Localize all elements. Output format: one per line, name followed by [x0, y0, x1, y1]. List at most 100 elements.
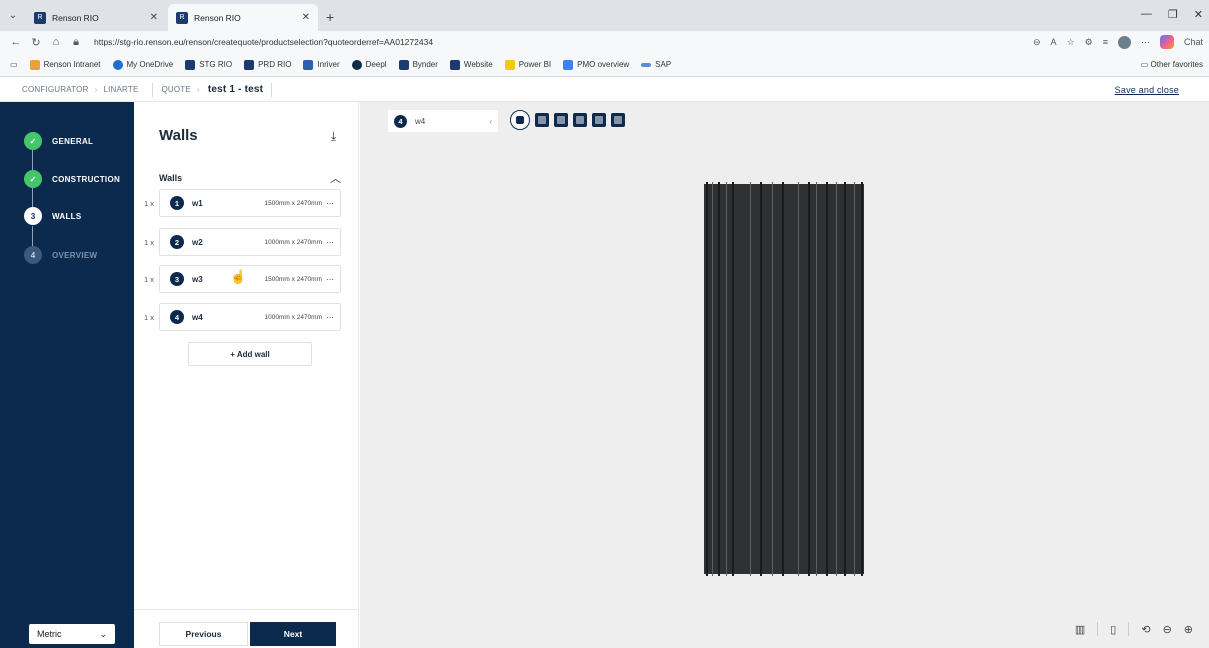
more-icon[interactable]: ⋯ — [1141, 37, 1150, 48]
right-view-icon[interactable] — [611, 113, 625, 127]
refresh-icon[interactable]: ↻ — [28, 36, 44, 49]
wall-name: w1 — [192, 198, 203, 208]
wall-number-badge: 3 — [170, 272, 184, 286]
tab-title: Renson RIO — [194, 12, 241, 23]
rotate-icon[interactable]: ⟲ — [1141, 623, 1150, 636]
breadcrumb-quote[interactable]: QUOTE — [161, 85, 190, 94]
divider — [134, 609, 359, 610]
wall-rib — [861, 182, 863, 576]
front-view-icon[interactable] — [535, 113, 549, 127]
save-and-close-link[interactable]: Save and close — [1115, 85, 1179, 95]
tab-title: Renson RIO — [52, 12, 99, 23]
app-header: CONFIGURATOR › LINARTE QUOTE › test 1 - … — [0, 78, 1209, 102]
other-favorites[interactable]: ▭ Other favorites — [1141, 60, 1203, 69]
left-view-icon[interactable] — [592, 113, 606, 127]
favorites-icon[interactable]: ≡ — [1103, 37, 1108, 47]
browser-tab-2[interactable]: R Renson RIO ✕ — [168, 4, 318, 31]
zoom-icon[interactable]: ⊖ — [1033, 37, 1041, 48]
add-wall-button[interactable]: + Add wall — [188, 342, 312, 366]
home-icon[interactable]: ⌂ — [48, 36, 64, 48]
favorite-website[interactable]: Website — [449, 59, 493, 70]
favorite-deepl[interactable]: Deepl — [351, 59, 387, 70]
download-icon[interactable]: ⤓ — [331, 129, 336, 144]
new-tab-icon[interactable]: + — [326, 9, 334, 25]
wall-selector[interactable]: 4 w4 ‹ — [388, 110, 498, 132]
step-label: CONSTRUCTION — [52, 174, 121, 184]
walls-panel: Walls ⤓ Walls ︿ 1 x 1 w1 1500mm x 2470mm… — [134, 102, 359, 648]
wall-card-w1[interactable]: 1 w1 1500mm x 2470mm ⋯ — [159, 189, 341, 217]
step-construction[interactable]: ✓ CONSTRUCTION — [24, 170, 120, 188]
wall-rib — [808, 182, 810, 576]
close-tab-icon[interactable]: ✕ — [150, 12, 158, 23]
window-controls: — ❐ ✕ — [1141, 8, 1203, 21]
wall-rib — [750, 182, 751, 576]
step-walls[interactable]: 3 WALLS — [24, 207, 82, 225]
frame-view-icon[interactable]: ▯ — [1110, 623, 1116, 636]
wall-name: w4 — [192, 312, 203, 322]
favorite-stg-rio[interactable]: STG RIO — [185, 59, 232, 70]
breadcrumb-configurator[interactable]: CONFIGURATOR — [22, 85, 89, 94]
collections-icon[interactable]: ▭ — [10, 60, 18, 69]
section-title: Walls — [159, 173, 183, 183]
zoom-in-icon[interactable]: ⊕ — [1184, 623, 1193, 636]
browser-tab-1[interactable]: R Renson RIO ✕ — [26, 4, 166, 31]
perspective-view-icon[interactable] — [510, 110, 530, 130]
favorite-renson-intranet[interactable]: Renson Intranet — [29, 59, 101, 70]
minimize-icon[interactable]: — — [1141, 8, 1152, 21]
close-tab-icon[interactable]: ✕ — [302, 12, 310, 23]
canvas-toolbar: ▥ ▯ ⟲ ⊖ ⊕ — [1075, 622, 1193, 636]
wall-card-w4[interactable]: 4 w4 1000mm x 2470mm ⋯ — [159, 303, 341, 331]
wall-rib — [712, 182, 713, 576]
read-aloud-icon[interactable]: A — [1051, 37, 1057, 47]
wall-rib — [706, 182, 708, 576]
check-icon: ✓ — [24, 170, 42, 188]
more-options-icon[interactable]: ⋯ — [326, 313, 334, 322]
step-general[interactable]: ✓ GENERAL — [24, 132, 93, 150]
copilot-icon[interactable] — [1159, 35, 1174, 49]
next-button[interactable]: Next — [250, 622, 336, 646]
wall-card-w2[interactable]: 2 w2 1000mm x 2470mm ⋯ — [159, 228, 341, 256]
close-window-icon[interactable]: ✕ — [1194, 8, 1203, 21]
chevron-up-icon[interactable]: ︿ — [330, 170, 341, 186]
wall-rib — [798, 182, 799, 576]
wall-name: w3 — [192, 274, 203, 284]
restore-icon[interactable]: ❐ — [1168, 8, 1178, 21]
unit-select[interactable]: Metric ⌄ — [29, 624, 115, 644]
favorite-pmo-overview[interactable]: PMO overview — [563, 59, 629, 70]
tab-actions-icon[interactable]: ⌄ — [0, 0, 26, 31]
zoom-out-icon[interactable]: ⊖ — [1163, 623, 1172, 636]
favorite-sap[interactable]: SAP — [641, 60, 671, 69]
url-field[interactable]: https://stg-rio.renson.eu/renson/createq… — [94, 37, 433, 47]
wall-rib — [826, 182, 828, 576]
wall-card-w3[interactable]: 3 w3 1500mm x 2470mm ⋯ — [159, 265, 341, 293]
renson-favicon: R — [176, 11, 188, 24]
back-icon[interactable]: ← — [8, 36, 24, 48]
3d-canvas[interactable]: 4 w4 ‹ ▥ ▯ ⟲ ⊖ ⊕ — [360, 102, 1209, 648]
top-view-icon[interactable] — [573, 113, 587, 127]
favorite-star-icon[interactable]: ☆ — [1067, 37, 1075, 48]
favorite-power-bi[interactable]: Power BI — [504, 59, 551, 70]
more-options-icon[interactable]: ⋯ — [326, 238, 334, 247]
previous-button[interactable]: Previous — [159, 622, 248, 646]
barcode-view-icon[interactable]: ▥ — [1075, 623, 1085, 636]
breadcrumb-linarte[interactable]: LINARTE — [103, 85, 138, 94]
more-options-icon[interactable]: ⋯ — [326, 199, 334, 208]
favorite-inriver[interactable]: Inriver — [303, 59, 340, 70]
extensions-icon[interactable]: ⚙ — [1085, 37, 1093, 48]
view-toolbar — [510, 110, 625, 130]
browser-tab-bar: ⌄ R Renson RIO ✕ R Renson RIO ✕ + — ❐ ✕ — [0, 0, 1209, 31]
wall-rib — [718, 182, 720, 576]
wall-selector-value: w4 — [415, 116, 426, 126]
favorite-prd-rio[interactable]: PRD RIO — [244, 59, 291, 70]
step-overview[interactable]: 4 OVERVIEW — [24, 246, 97, 264]
favorite-bynder[interactable]: Bynder — [398, 59, 438, 70]
wall-number-badge: 4 — [394, 114, 407, 128]
back-view-icon[interactable] — [554, 113, 568, 127]
divider — [1128, 622, 1130, 636]
wall-number-badge: 4 — [170, 310, 184, 324]
more-options-icon[interactable]: ⋯ — [326, 275, 334, 284]
step-number: 3 — [24, 207, 42, 225]
profile-avatar[interactable] — [1117, 35, 1131, 49]
chat-label[interactable]: Chat — [1184, 37, 1203, 47]
favorite-onedrive[interactable]: My OneDrive — [112, 59, 173, 70]
